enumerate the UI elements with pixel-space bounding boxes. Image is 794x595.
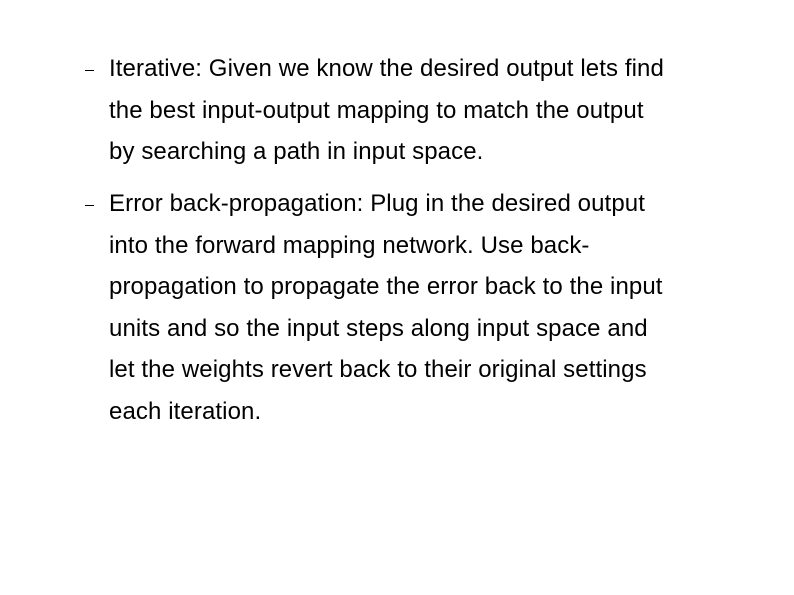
bullet-text: Error back-propagation: Plug in the desi… [109, 190, 663, 425]
bullet-text: Iterative: Given we know the desired out… [109, 55, 664, 165]
slide: Iterative: Given we know the desired out… [0, 0, 794, 595]
